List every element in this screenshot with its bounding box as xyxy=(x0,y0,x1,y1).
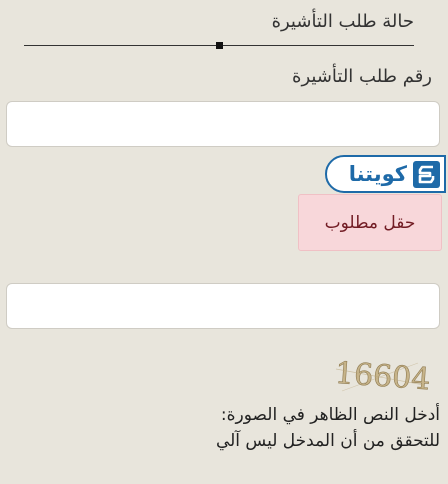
captcha-instruction: أدخل النص الظاهر في الصورة: xyxy=(220,405,440,425)
captcha-image: 16604 xyxy=(334,356,430,397)
captcha-input[interactable] xyxy=(6,283,440,329)
required-field-alert: حقل مطلوب xyxy=(298,194,442,251)
visa-request-label: رقم طلب التأشيرة xyxy=(292,66,432,87)
status-title: حالة طلب التأشيرة xyxy=(271,11,414,32)
status-slider-handle[interactable] xyxy=(216,42,223,49)
badge-text: كويتنا xyxy=(348,161,407,186)
kuwaitna-badge: كويتنا xyxy=(325,155,446,193)
captcha-instruction-note: للتحقق من أن المدخل ليس آلي xyxy=(215,431,440,451)
kuwait-logo-icon xyxy=(413,160,440,188)
visa-request-input[interactable] xyxy=(6,101,440,147)
